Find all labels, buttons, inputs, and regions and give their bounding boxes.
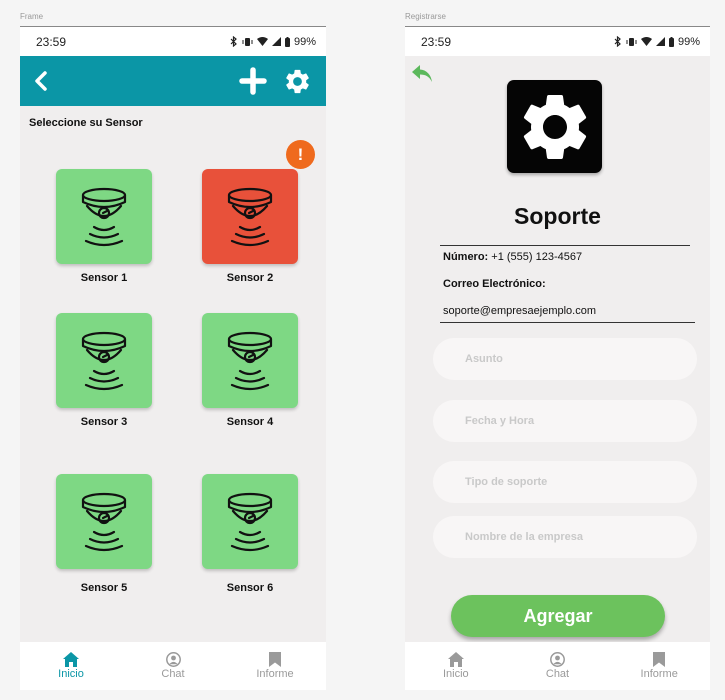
- phone-info: Número: +1 (555) 123-4567: [443, 251, 582, 263]
- user-icon: [550, 652, 565, 667]
- home-icon: [447, 652, 464, 667]
- gear-icon: [523, 94, 586, 159]
- title-divider: [440, 245, 690, 246]
- sensor-card[interactable]: [202, 313, 298, 408]
- battery-icon: [284, 36, 290, 47]
- bluetooth-icon: [230, 36, 237, 47]
- bottom-nav: Inicio Chat Informe: [20, 642, 326, 690]
- user-icon: [165, 652, 181, 667]
- nav-item-chat[interactable]: Chat: [507, 642, 609, 690]
- signal-icon: [655, 37, 665, 46]
- nav-item-informe[interactable]: Informe: [608, 642, 710, 690]
- sensor-card[interactable]: [56, 474, 152, 569]
- security-camera-sensor-icon: [227, 492, 273, 551]
- sensor-card[interactable]: [56, 313, 152, 408]
- add-icon[interactable]: [239, 67, 267, 95]
- add-button[interactable]: Agregar: [451, 595, 665, 637]
- status-time: 23:59: [36, 34, 67, 49]
- nav-item-inicio[interactable]: Inicio: [405, 642, 507, 690]
- nav-label: Chat: [545, 668, 570, 680]
- phone-value: +1 (555) 123-4567: [491, 251, 583, 263]
- sensor-label: Sensor 3: [80, 416, 128, 428]
- sensor-label: Sensor 5: [80, 582, 128, 594]
- bookmark-icon: [653, 652, 666, 667]
- signal-icon: [271, 37, 281, 46]
- security-camera-sensor-icon: [81, 331, 127, 390]
- bluetooth-icon: [614, 36, 621, 47]
- reply-back-arrow-icon[interactable]: [410, 63, 434, 85]
- page-title: Soporte: [514, 203, 601, 229]
- sensor-card[interactable]: [202, 474, 298, 569]
- sensor-label: Sensor 4: [226, 416, 274, 428]
- settings-gear-icon[interactable]: [283, 67, 312, 96]
- battery-icon: [668, 36, 674, 47]
- security-camera-sensor-icon: [81, 492, 127, 551]
- frame-label-left: Frame: [20, 12, 44, 21]
- sensor-selection-screen: 23:59 99% Seleccione su Sensor Sensor 1 …: [20, 26, 326, 690]
- vibrate-icon: [242, 37, 253, 46]
- battery-percent: 99%: [293, 35, 316, 48]
- nav-item-informe[interactable]: Informe: [224, 642, 326, 690]
- security-camera-sensor-icon: [227, 187, 273, 246]
- sensor-card[interactable]: [56, 169, 152, 264]
- support-logo: [507, 80, 602, 173]
- nav-label: Inicio: [442, 668, 469, 680]
- wifi-icon: [256, 37, 268, 46]
- status-icons: 99%: [230, 36, 316, 48]
- nav-label: Chat: [161, 668, 185, 680]
- app-bar: [20, 56, 326, 106]
- section-title: Seleccione su Sensor: [29, 117, 143, 129]
- email-value: soporte@empresaejemplo.com: [443, 305, 597, 317]
- support-screen: 23:59 99% Soporte Número: +1 (555) 123-4…: [405, 26, 710, 690]
- security-camera-sensor-icon: [81, 187, 127, 246]
- status-bar: 23:59 99%: [20, 26, 326, 56]
- status-icons: 99%: [614, 36, 700, 48]
- nav-label: Informe: [640, 668, 678, 680]
- company-name-input[interactable]: [433, 516, 697, 558]
- sensor-label: Sensor 2: [226, 272, 274, 284]
- sensor-label: Sensor 6: [226, 582, 274, 594]
- status-time: 23:59: [421, 34, 452, 49]
- sensor-label: Sensor 1: [80, 272, 128, 284]
- email-info: Correo Electrónico:: [443, 278, 546, 290]
- wifi-icon: [640, 37, 652, 46]
- nav-item-chat[interactable]: Chat: [122, 642, 224, 690]
- back-chevron-icon[interactable]: [34, 71, 48, 91]
- home-icon: [63, 652, 79, 667]
- battery-percent: 99%: [677, 35, 700, 48]
- phone-label: Número:: [443, 251, 489, 263]
- support-type-input[interactable]: [433, 461, 697, 503]
- bookmark-icon: [269, 652, 281, 667]
- alert-badge[interactable]: !: [286, 140, 315, 169]
- email-divider: [440, 322, 695, 323]
- nav-label: Inicio: [58, 668, 84, 680]
- frame-label-right: Registrarse: [405, 12, 446, 21]
- bottom-nav: Inicio Chat Informe: [405, 642, 710, 690]
- vibrate-icon: [626, 37, 637, 46]
- datetime-input[interactable]: [433, 400, 697, 442]
- nav-item-inicio[interactable]: Inicio: [20, 642, 122, 690]
- subject-input[interactable]: [433, 338, 697, 380]
- nav-label: Informe: [256, 668, 294, 680]
- sensor-card[interactable]: [202, 169, 298, 264]
- status-bar: 23:59 99%: [405, 26, 710, 56]
- security-camera-sensor-icon: [227, 331, 273, 390]
- email-label: Correo Electrónico:: [443, 278, 546, 290]
